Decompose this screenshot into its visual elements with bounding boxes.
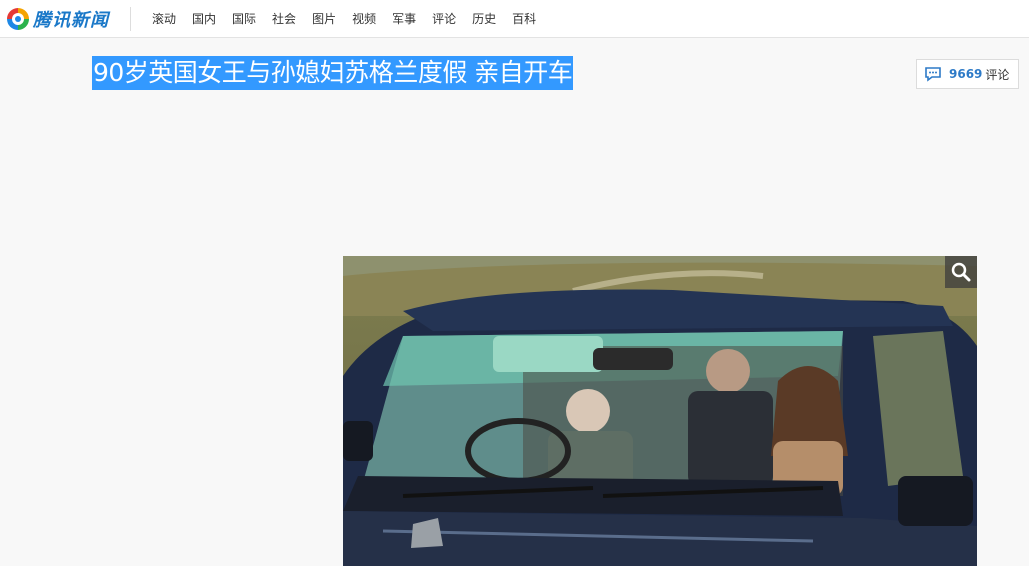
nav-item-international[interactable]: 国际 <box>232 0 256 38</box>
nav-item-pictures[interactable]: 图片 <box>312 0 336 38</box>
nav-item-history[interactable]: 历史 <box>472 0 496 38</box>
logo-text: 腾讯新闻 <box>33 10 109 31</box>
nav-item-scroll[interactable]: 滚动 <box>152 0 176 38</box>
zoom-button[interactable] <box>945 256 977 288</box>
article-title: 90岁英国女王与孙媳妇苏格兰度假 亲自开车 <box>92 56 574 90</box>
tencent-news-logo-icon <box>7 8 29 30</box>
car-photo-illustration <box>343 256 977 566</box>
comment-bubble-icon <box>925 67 941 82</box>
comment-count: 9669 <box>949 67 983 81</box>
comment-label: 评论 <box>985 67 1010 82</box>
nav-item-encyclopedia[interactable]: 百科 <box>512 0 536 38</box>
nav-item-commentary[interactable]: 评论 <box>432 0 456 38</box>
nav-divider <box>130 7 131 31</box>
nav-item-domestic[interactable]: 国内 <box>192 0 216 38</box>
nav-item-society[interactable]: 社会 <box>272 0 296 38</box>
nav-item-military[interactable]: 军事 <box>392 0 416 38</box>
channel-nav: 滚动 国内 国际 社会 图片 视频 军事 评论 历史 百科 <box>152 0 552 38</box>
top-navigation-bar: 腾讯新闻 滚动 国内 国际 社会 图片 视频 军事 评论 历史 百科 <box>0 0 1029 38</box>
site-logo[interactable]: 腾讯新闻 <box>7 6 109 32</box>
article-photo[interactable] <box>343 256 977 566</box>
comment-button[interactable]: 9669 评论 <box>916 59 1019 89</box>
nav-item-video[interactable]: 视频 <box>352 0 376 38</box>
magnifier-icon <box>951 262 971 282</box>
